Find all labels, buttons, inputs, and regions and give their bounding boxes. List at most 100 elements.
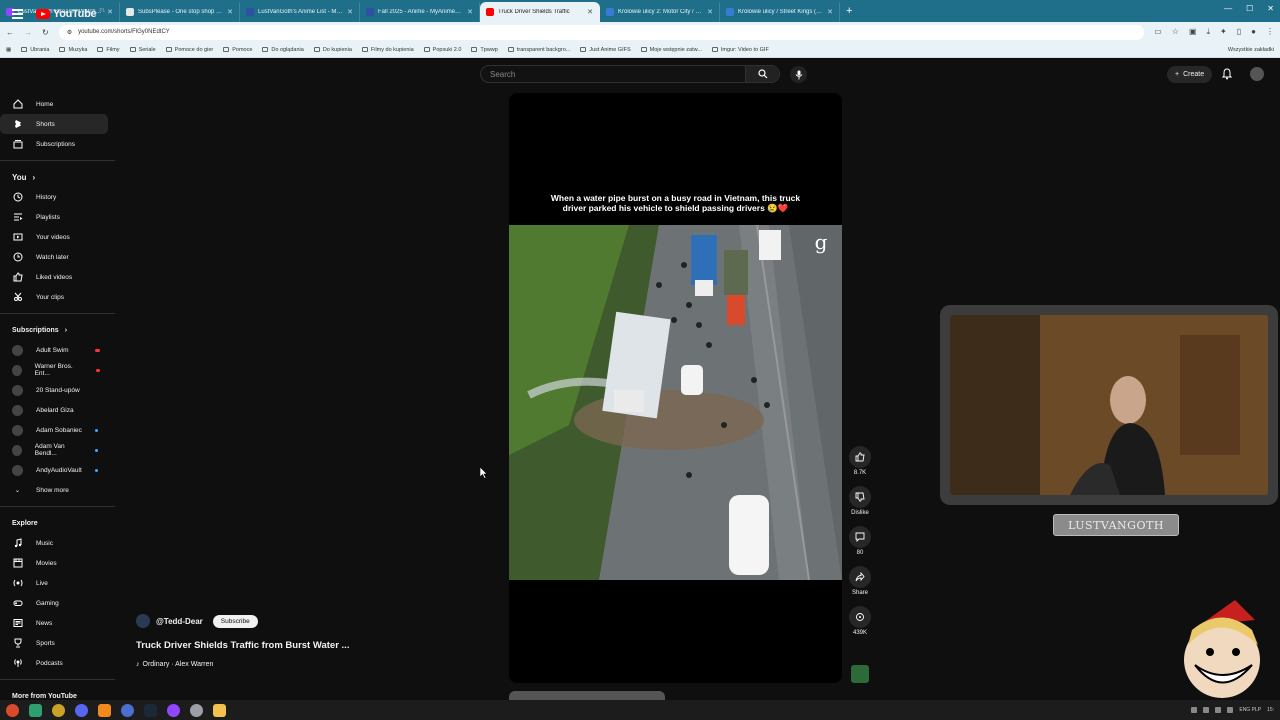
sidebar-item-podcasts[interactable]: Podcasts — [0, 653, 108, 673]
discord-icon[interactable] — [75, 703, 88, 717]
create-button[interactable]: + Create — [1167, 66, 1213, 83]
sidebar-item-shorts[interactable]: Shorts — [0, 114, 108, 134]
subscription-channel[interactable]: Warner Bros. Ent... — [0, 360, 108, 380]
tray-icon[interactable] — [1215, 707, 1222, 713]
amd-icon[interactable] — [52, 703, 65, 717]
sidebar-item-subscriptions[interactable]: Subscriptions — [0, 134, 108, 154]
apps-icon[interactable]: ▦ — [6, 47, 11, 53]
sidebar-item-sports[interactable]: Sports — [0, 633, 108, 653]
sidebar-item-playlists[interactable]: Playlists — [0, 207, 108, 227]
volume-icon[interactable] — [1227, 707, 1234, 713]
tab-close-icon[interactable]: ✕ — [347, 8, 353, 16]
sidebar-item-liked-videos[interactable]: Liked videos — [0, 267, 108, 287]
browser-tab[interactable]: SubsPlease - One stop shop fo... ✕ — [120, 2, 240, 22]
sidebar-icon[interactable]: ▯ — [1237, 27, 1241, 37]
menu-icon[interactable]: ⋮ — [1266, 27, 1274, 37]
tab-close-icon[interactable]: ✕ — [587, 8, 593, 16]
like-button[interactable]: 8.7K — [846, 446, 874, 476]
bookmark-item[interactable]: Imgur: Video to GIF — [711, 47, 769, 53]
subscription-channel[interactable]: Adam Sobaniec — [0, 420, 108, 440]
share-button[interactable]: Share — [846, 566, 874, 596]
show-more-button[interactable]: ⌄ Show more — [0, 480, 108, 500]
sidebar-item-your-videos[interactable]: Your videos — [0, 227, 108, 247]
sidebar-item-live[interactable]: Live — [0, 573, 108, 593]
sidebar-item-gaming[interactable]: Gaming — [0, 593, 108, 613]
terminal-icon[interactable] — [29, 703, 42, 717]
subscription-channel[interactable]: Adult Swim — [0, 340, 108, 360]
extension-icon[interactable]: ▣ — [1189, 27, 1197, 37]
globe-icon[interactable] — [121, 703, 134, 717]
channel-name[interactable]: @Tedd-Dear — [156, 617, 203, 626]
bookmark-item[interactable]: Pomoce do gier — [165, 47, 213, 53]
chrome-icon[interactable] — [6, 703, 19, 717]
tray-icon[interactable] — [1191, 707, 1198, 713]
channel-avatar[interactable] — [136, 614, 150, 628]
tab-close-icon[interactable]: ✕ — [467, 8, 473, 16]
minimize-icon[interactable]: — — [1224, 4, 1232, 13]
short-title[interactable]: Truck Driver Shields Traffic from Burst … — [136, 640, 349, 651]
sidebar-item-your-clips[interactable]: Your clips — [0, 287, 108, 307]
bookmark-item[interactable]: transparent backgro... — [507, 47, 570, 53]
browser-tab[interactable]: Królowie ulicy 2: Motor City / S... ✕ — [600, 2, 720, 22]
search-input[interactable]: Search — [481, 70, 745, 79]
bookmark-item[interactable]: Do kupienia — [313, 47, 352, 53]
subscription-channel[interactable]: Adam Van Bendl... — [0, 440, 108, 460]
search-box[interactable]: Search — [480, 65, 780, 83]
hamburger-menu-icon[interactable] — [12, 9, 23, 21]
twitch-icon[interactable] — [167, 703, 180, 717]
bookmark-item[interactable]: Filmy — [97, 47, 120, 53]
tray-icon[interactable] — [1203, 707, 1210, 713]
sidebar-item-movies[interactable]: Movies — [0, 553, 108, 573]
bookmark-item[interactable]: Seriale — [129, 47, 156, 53]
sidebar-item-news[interactable]: News — [0, 613, 108, 633]
bookmark-star-icon[interactable]: ☆ — [1172, 27, 1179, 37]
browser-tab[interactable]: Królowie ulicy / Street Kings (20... ✕ — [720, 2, 840, 22]
bookmark-item[interactable]: Moje wstępnie zatw... — [640, 47, 702, 53]
bookmark-item[interactable]: Tpwwp — [471, 47, 498, 53]
maximize-icon[interactable]: ☐ — [1246, 4, 1253, 13]
video-frame[interactable]: g — [509, 225, 842, 580]
sidebar-item-watch-later[interactable]: Watch later — [0, 247, 108, 267]
subscription-channel[interactable]: Abelard Giza — [0, 400, 108, 420]
search-button[interactable] — [745, 66, 779, 82]
dislike-button[interactable]: Dislike — [846, 486, 874, 516]
forward-icon[interactable]: → — [24, 28, 32, 37]
sidebar-subscriptions-heading[interactable]: Subscriptions › — [0, 320, 115, 340]
downloads-icon[interactable]: ⤓ — [1207, 27, 1211, 37]
tab-close-icon[interactable]: ✕ — [107, 8, 113, 16]
bookmark-item[interactable]: Muzyka — [59, 47, 87, 53]
sidebar-item-music[interactable]: Music — [0, 533, 108, 553]
bookmark-item[interactable]: Pomoce — [223, 47, 252, 53]
clock[interactable]: 15: — [1267, 707, 1274, 713]
subscription-channel[interactable]: 20 Stand-upów — [0, 380, 108, 400]
sidebar-item-home[interactable]: Home — [0, 94, 108, 114]
tab-close-icon[interactable]: ✕ — [827, 8, 833, 16]
url-field[interactable]: ⚙ youtube.com/shorts/FlGy0NEdtCY — [58, 24, 1145, 40]
vlc-icon[interactable] — [98, 703, 111, 717]
reload-icon[interactable]: ↻ — [42, 28, 49, 37]
short-player[interactable]: When a water pipe burst on a busy road i… — [509, 93, 842, 683]
comments-button[interactable]: 80 — [846, 526, 874, 556]
extensions-puzzle-icon[interactable]: ✦ — [1220, 27, 1227, 37]
bookmark-item[interactable]: Ubrania — [21, 47, 49, 53]
browser-tab[interactable]: Fall 2025 - Anime - MyAnimeLi... ✕ — [360, 2, 480, 22]
settings-icon[interactable] — [190, 703, 203, 717]
cast-icon[interactable]: ▭ — [1154, 27, 1162, 37]
sound-thumbnail[interactable] — [851, 665, 869, 683]
remix-button[interactable]: 439K — [846, 606, 874, 636]
site-info-icon[interactable]: ⚙ — [67, 29, 72, 36]
back-icon[interactable]: ← — [6, 28, 14, 37]
bookmark-item[interactable]: Just Anime GIFS — [580, 47, 631, 53]
tab-close-icon[interactable]: ✕ — [707, 8, 713, 16]
browser-tab[interactable]: Truck Driver Shields Traffic ✕ — [480, 2, 600, 22]
subscription-channel[interactable]: AndyAudioVault — [0, 460, 108, 480]
bookmark-item[interactable]: Popsuki 2.0 — [423, 47, 461, 53]
sidebar-you-heading[interactable]: You › — [0, 167, 115, 187]
steam-icon[interactable] — [144, 703, 157, 717]
browser-tab[interactable]: LustVanGoth's Anime List - My... ✕ — [240, 2, 360, 22]
language-indicator[interactable]: ENG PLP — [1239, 707, 1261, 713]
youtube-logo[interactable]: YouTube PL — [36, 8, 105, 20]
bookmark-item[interactable]: Filmy do kupienia — [361, 47, 414, 53]
subscribe-button[interactable]: Subscribe — [212, 614, 258, 628]
voice-search-button[interactable] — [790, 66, 807, 83]
